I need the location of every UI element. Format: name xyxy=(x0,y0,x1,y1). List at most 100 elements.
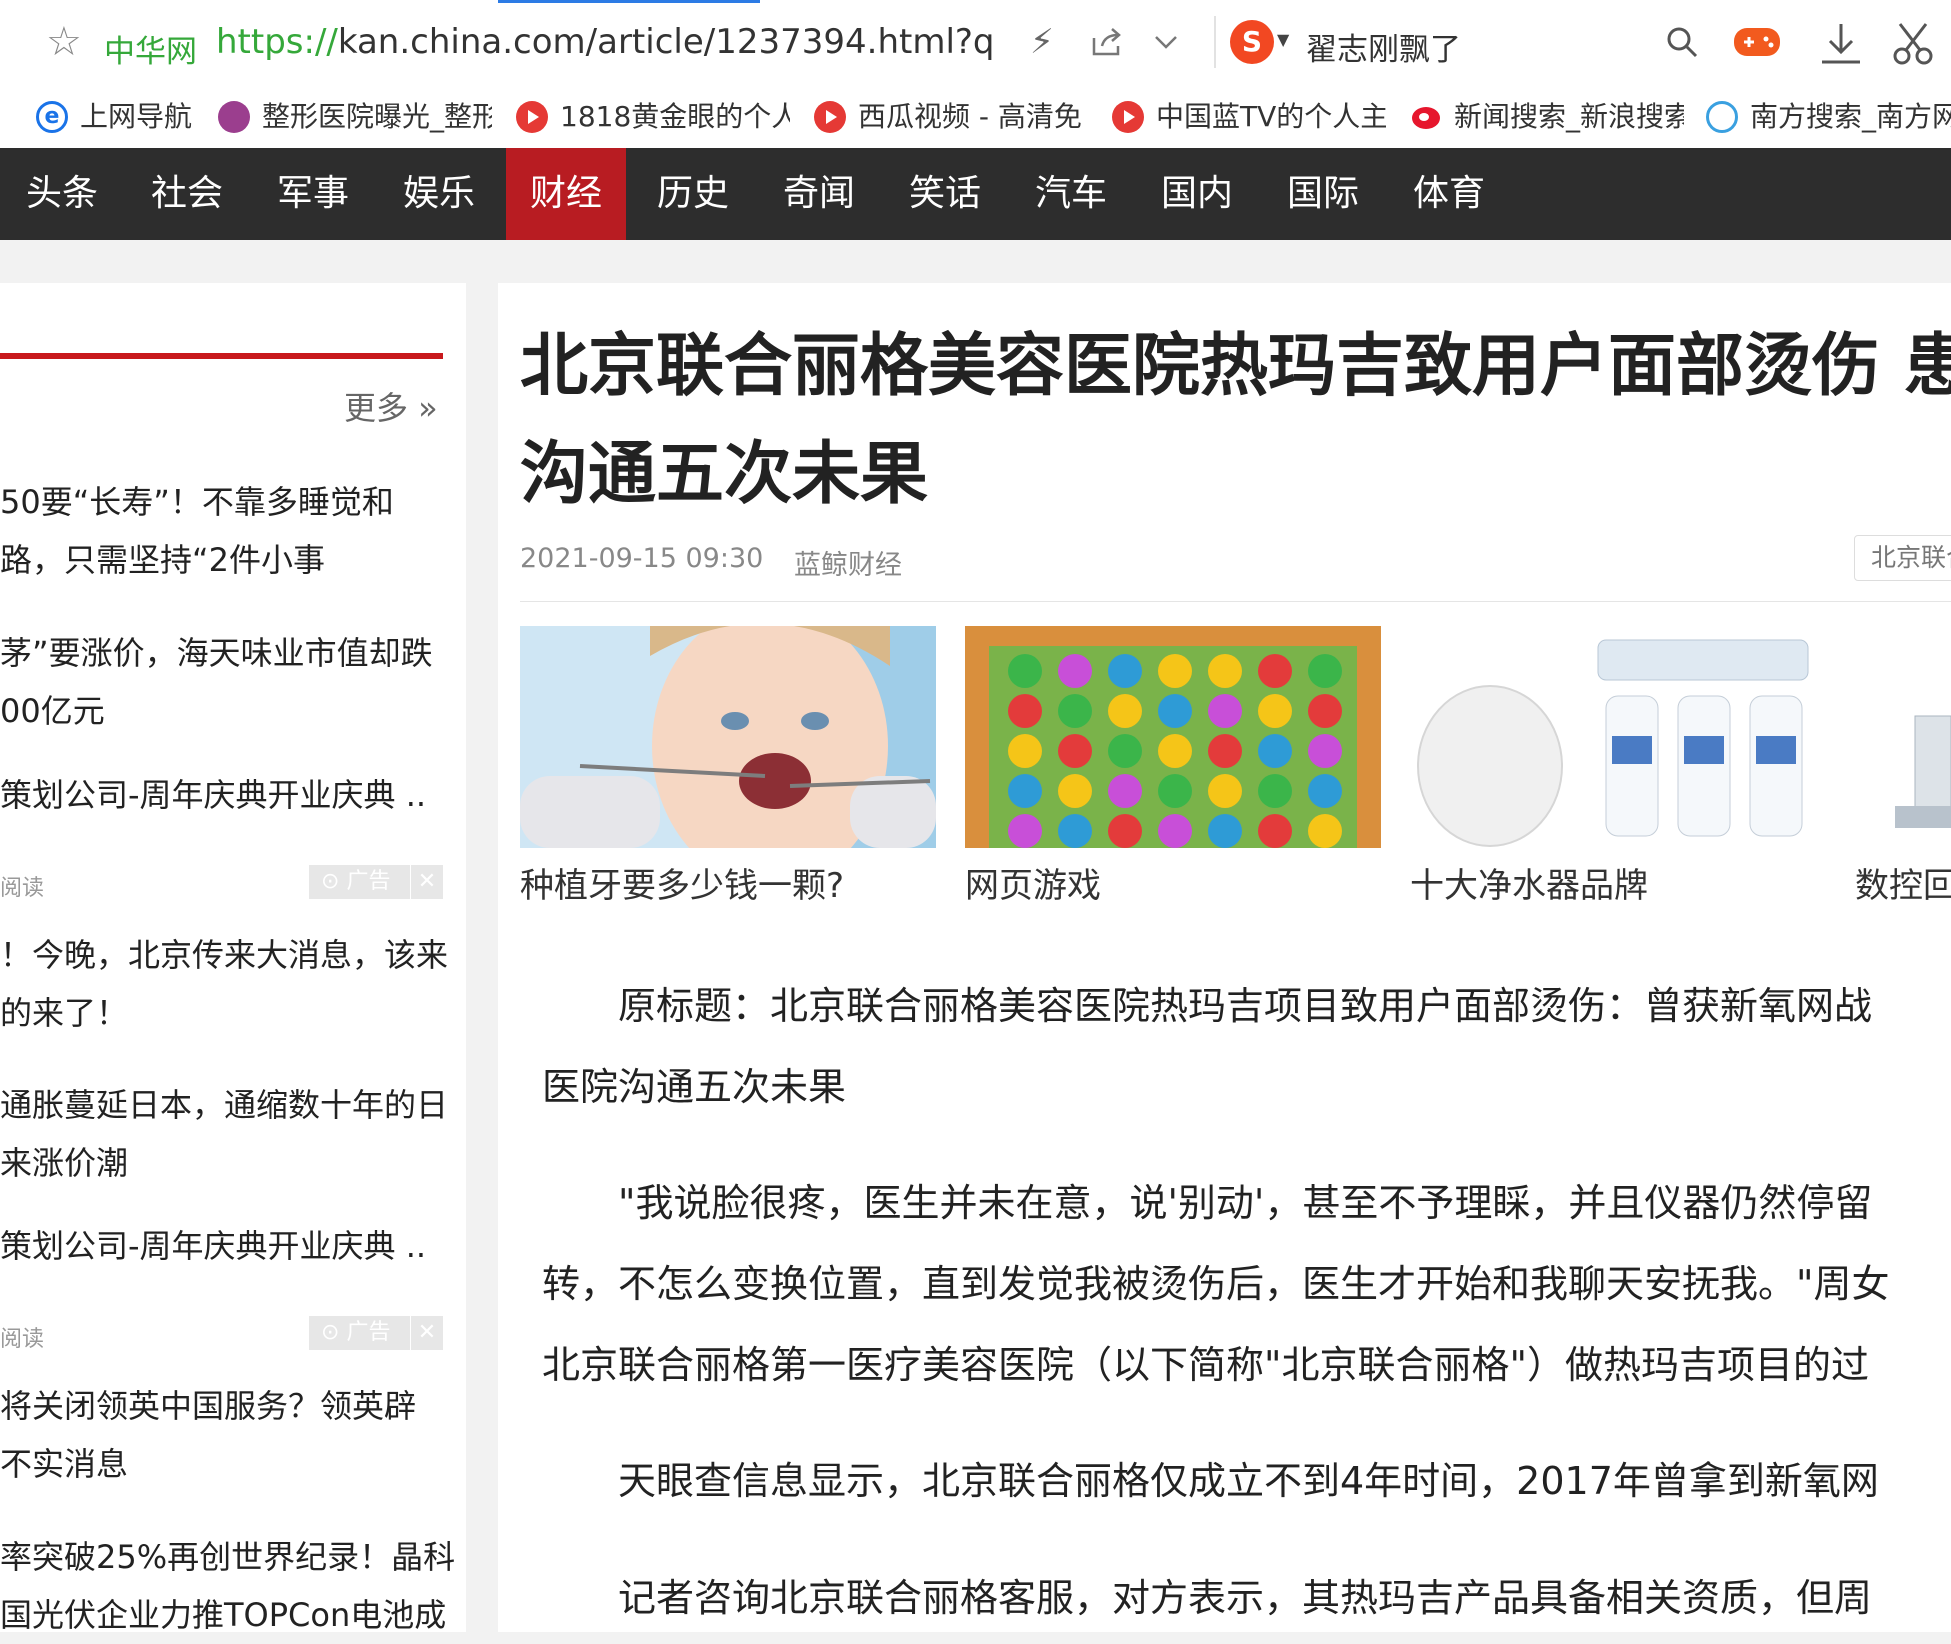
title-line: 沟通五次未果 xyxy=(520,435,929,514)
article-paragraph: 记者咨询北京联合丽格客服，对方表示，其热玛吉产品具备相关资质，但周 xyxy=(542,1558,1951,1639)
sidebar: 更多 » 50要“长寿”！不靠多睡觉和 路，只需坚持“2件小事 茅”要涨价，海天… xyxy=(0,283,466,1634)
news-title-line: 来涨价潮 xyxy=(0,1144,129,1182)
ad-card[interactable]: 数控回 xyxy=(1855,626,1951,907)
ad-caption: 十大净水器品牌 xyxy=(1410,866,1648,906)
paragraph-line: 原标题：北京联合丽格美容医院热玛吉项目致用户面部烫伤：曾获新氧网战 xyxy=(542,984,1873,1028)
sidebar-news-item[interactable]: 茅”要涨价，海天味业市值却跌 00亿元 xyxy=(0,624,433,740)
news-title-line: 路，只需坚持“2件小事 xyxy=(0,541,325,579)
ad-image xyxy=(965,626,1381,848)
bookmark-label: 上网导航 xyxy=(80,100,193,133)
news-title-line: 茅”要涨价，海天味业市值却跌 xyxy=(0,634,433,672)
article-panel: 北京联合丽格美容医院热玛吉致用户面部烫伤 患 沟通五次未果 2021-09-15… xyxy=(498,283,1951,1632)
paragraph-line: 转，不怎么变换位置，直到发觉我被烫伤后，医生才开始和我聊天安抚我。"周女 xyxy=(542,1262,1890,1306)
publish-time: 2021-09-15 09:30 xyxy=(520,543,764,574)
video-play-icon xyxy=(1112,101,1144,133)
nav-tab[interactable]: 国内 xyxy=(1134,148,1260,240)
article-source[interactable]: 蓝鲸财经 xyxy=(794,543,902,582)
news-title-line: 的来了！ xyxy=(0,994,129,1032)
bookmark-item[interactable]: 南方搜索_南方网 xyxy=(1706,98,1951,134)
caret-down-icon[interactable]: ▼ xyxy=(1277,30,1289,49)
search-hint[interactable]: 翟志刚飘了 xyxy=(1306,24,1461,69)
nanfang-icon xyxy=(1706,101,1738,133)
share-icon[interactable] xyxy=(1088,24,1124,60)
url-path: kan.china.com/article/1237394.html?qudao… xyxy=(337,22,996,62)
sidebar-ad-item[interactable]: 策划公司-周年庆典开业庆典 .. xyxy=(0,1217,426,1275)
bookmark-item[interactable]: 1818黄金眼的个人 xyxy=(516,98,790,134)
paragraph-line: 天眼查信息显示，北京联合丽格仅成立不到4年时间，2017年曾拿到新氧网 xyxy=(542,1459,1879,1503)
search-icon[interactable] xyxy=(1664,24,1700,60)
nav-tab-active[interactable]: 财经 xyxy=(506,148,626,240)
close-icon[interactable]: ✕ xyxy=(410,1316,443,1350)
url-protocol: https:// xyxy=(216,22,338,62)
loading-indicator xyxy=(498,0,760,3)
news-title-line: 率突破25%再创世界纪录！晶科 xyxy=(0,1538,456,1576)
article-tag[interactable]: 北京联合 xyxy=(1854,535,1951,581)
ad-badge: ⊙ 广告 ✕ xyxy=(309,1316,443,1350)
ad-caption: 网页游戏 xyxy=(965,866,1101,906)
sidebar-news-item[interactable]: 将关闭领英中国服务？领英辟 不实消息 xyxy=(0,1377,416,1493)
video-play-icon xyxy=(814,101,846,133)
plastic-surgery-site-icon xyxy=(218,101,250,133)
bookmark-label: 中国蓝TV的个人主 xyxy=(1156,100,1386,133)
sidebar-news-item[interactable]: 通胀蔓延日本，通缩数十年的日 来涨价潮 xyxy=(0,1076,448,1192)
ad-caption: 数控回 xyxy=(1855,866,1951,906)
star-icon[interactable]: ☆ xyxy=(46,20,82,64)
bookmark-label: 南方搜索_南方网 xyxy=(1750,100,1951,133)
close-icon[interactable]: ✕ xyxy=(410,865,443,899)
bookmarks-bar: e 上网导航 整形医院曝光_整形 1818黄金眼的个人 西瓜视频 - 高清免 中国… xyxy=(0,84,1951,149)
nav-tab[interactable]: 汽车 xyxy=(1008,148,1134,240)
nav-tab[interactable]: 社会 xyxy=(124,148,250,240)
bookmark-item[interactable]: 新闻搜索_新浪搜索 xyxy=(1410,98,1684,134)
bookmark-item[interactable]: 整形医院曝光_整形 xyxy=(218,98,492,134)
lightning-icon[interactable]: ⚡ xyxy=(1030,22,1054,62)
news-title-line: 国光伏企业力推TOPCon电池成 xyxy=(0,1596,447,1634)
paragraph-line: 记者咨询北京联合丽格客服，对方表示，其热玛吉产品具备相关资质，但周 xyxy=(542,1576,1873,1620)
sidebar-news-item[interactable]: 50要“长寿”！不靠多睡觉和 路，只需坚持“2件小事 xyxy=(0,473,394,589)
download-icon[interactable] xyxy=(1818,20,1864,66)
nav-tab[interactable]: 头条 xyxy=(0,148,124,240)
category-nav: 头条 社会 军事 娱乐 财经 历史 奇闻 笑话 汽车 国内 国际 体育 xyxy=(0,148,1951,240)
sogou-search-engine-icon[interactable]: S xyxy=(1230,20,1274,64)
news-title-line: 通胀蔓延日本，通缩数十年的日 xyxy=(0,1086,449,1124)
read-label: 阅读 xyxy=(0,1327,45,1352)
chevron-down-icon[interactable] xyxy=(1150,26,1182,58)
read-label: 阅读 xyxy=(0,876,45,901)
section-divider xyxy=(0,353,443,359)
scissors-icon[interactable] xyxy=(1890,20,1938,66)
sidebar-ad-item[interactable]: 策划公司-周年庆典开业庆典 .. xyxy=(0,766,426,824)
nav-tab[interactable]: 国际 xyxy=(1260,148,1386,240)
sidebar-news-item[interactable]: ！今晚，北京传来大消息，该来 的来了！ xyxy=(0,926,448,1042)
url-field[interactable]: https://kan.china.com/article/1237394.ht… xyxy=(216,22,996,62)
bookmark-label: 新闻搜索_新浪搜索 xyxy=(1454,100,1684,133)
bookmark-item[interactable]: 中国蓝TV的个人主 xyxy=(1112,98,1386,134)
ad-image xyxy=(1855,626,1951,848)
gamepad-icon[interactable] xyxy=(1732,22,1782,60)
nav-tab[interactable]: 奇闻 xyxy=(756,148,882,240)
nav-tab[interactable]: 军事 xyxy=(250,148,376,240)
ad-card[interactable]: 网页游戏 xyxy=(965,626,1381,907)
meta-divider xyxy=(520,601,1951,602)
nav-tab[interactable]: 体育 xyxy=(1386,148,1512,240)
bookmark-label: 1818黄金眼的个人 xyxy=(560,100,790,133)
more-link[interactable]: 更多 » xyxy=(344,383,438,429)
ie-icon: e xyxy=(36,101,68,133)
ad-title-line: 策划公司-周年庆典开业庆典 .. xyxy=(0,1227,427,1265)
bookmark-item[interactable]: e 上网导航 xyxy=(36,98,192,134)
article-paragraph: "我说脸很疼，医生并未在意，说'别动'，甚至不予理睬，并且仪器仍然停留 转，不怎… xyxy=(542,1163,1951,1406)
ad-card[interactable]: 种植牙要多少钱一颗? xyxy=(520,626,936,907)
paragraph-line: 医院沟通五次未果 xyxy=(542,1065,847,1109)
ad-label: ⊙ 广告 xyxy=(321,1320,391,1345)
article-paragraph: 原标题：北京联合丽格美容医院热玛吉项目致用户面部烫伤：曾获新氧网战 医院沟通五次… xyxy=(542,966,1951,1128)
paragraph-line: "我说脸很疼，医生并未在意，说'别动'，甚至不予理睬，并且仪器仍然停留 xyxy=(542,1181,1873,1225)
nav-tab[interactable]: 历史 xyxy=(630,148,756,240)
site-identity[interactable]: 中华网 xyxy=(104,26,197,71)
bookmark-item[interactable]: 西瓜视频 - 高清免 xyxy=(814,98,1088,134)
ad-image xyxy=(520,626,936,848)
ad-label-text: 广告 xyxy=(346,869,391,894)
sidebar-news-item[interactable]: 率突破25%再创世界纪录！晶科 国光伏企业力推TOPCon电池成 xyxy=(0,1528,455,1644)
ad-card[interactable]: 十大净水器品牌 xyxy=(1410,626,1826,907)
ad-image xyxy=(1410,626,1826,848)
video-play-icon xyxy=(516,101,548,133)
nav-tab[interactable]: 娱乐 xyxy=(376,148,502,240)
nav-tab[interactable]: 笑话 xyxy=(882,148,1008,240)
